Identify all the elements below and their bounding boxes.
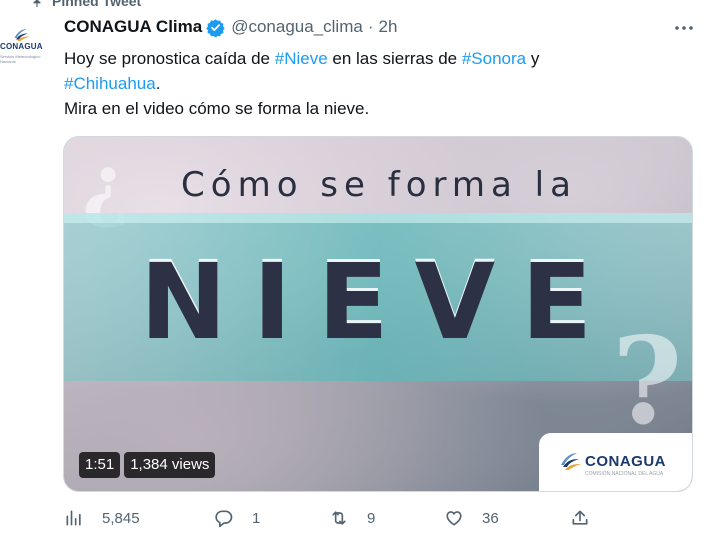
text-segment: en las sierras de [327,49,462,68]
hashtag-nieve[interactable]: #Nieve [275,49,328,68]
hashtag-sonora[interactable]: #Sonora [462,49,526,68]
conagua-brand-icon [561,453,581,470]
views-count: 5,845 [102,509,140,527]
hashtag-chihuahua[interactable]: #Chihuahua [64,74,156,93]
more-icon[interactable] [672,16,696,40]
retweet-icon [332,511,346,525]
video-views: 1,384 views [124,452,216,478]
pinned-text: Pinned Tweet [52,0,142,9]
video-title-big: NIEVE [139,241,619,363]
reply-icon [215,510,233,528]
title-band-highlight [64,213,692,223]
pin-icon [33,0,41,8]
tweet-text: Hoy se pronostica caída de #Nieve en las… [64,46,684,121]
avatar[interactable]: CONAGUA Servicio Meteorológico Nacional [0,14,48,78]
brand-subtitle: COMISIÓN NACIONAL DEL AGUA [585,471,664,477]
tweet-line-3: Mira en el video cómo se forma la nieve. [64,99,370,118]
video-player[interactable]: ¿ ? Cómo se forma la NIEVE 1:51 1,384 vi… [63,136,693,492]
like-count: 36 [482,509,499,527]
share-button[interactable] [570,508,608,528]
tweet-line-2: #Chihuahua. [64,71,684,96]
video-stats-badge: 1:51 1,384 views [79,452,216,478]
text-segment: Hoy se pronostica caída de [64,49,275,68]
avatar-logo-subtext: Servicio Meteorológico Nacional [0,54,41,64]
retweet-count: 9 [367,509,376,527]
tweet-actions: 5,845 1 9 36 [64,508,604,532]
author-name[interactable]: CONAGUA Clima [64,17,202,37]
tweet-line-1: Hoy se pronostica caída de #Nieve en las… [64,46,684,71]
brand-watermark: CONAGUA COMISIÓN NACIONAL DEL AGUA [539,433,692,491]
author-handle[interactable]: @conagua_clima [231,17,363,37]
text-segment: . [155,74,161,93]
retweet-button[interactable]: 9 [329,508,375,528]
share-icon [572,510,588,525]
views-icon [66,510,81,526]
like-button[interactable]: 36 [444,508,499,528]
reply-button[interactable]: 1 [214,508,260,528]
header-separator: · [367,17,374,36]
avatar-logo-text: CONAGUA [0,42,43,51]
reply-count: 1 [252,509,261,527]
pinned-label: Pinned Tweet [30,0,141,10]
tweet-timestamp[interactable]: 2h [379,17,398,37]
text-segment: y [526,49,540,68]
brand-name: CONAGUA [585,453,666,470]
verified-icon [206,18,225,37]
views-button[interactable]: 5,845 [64,508,140,528]
video-duration: 1:51 [79,452,121,478]
tweet-header: CONAGUA Clima @conagua_clima · 2h [64,17,397,37]
like-icon [446,511,462,526]
video-title-small: Cómo se forma la [181,165,577,205]
